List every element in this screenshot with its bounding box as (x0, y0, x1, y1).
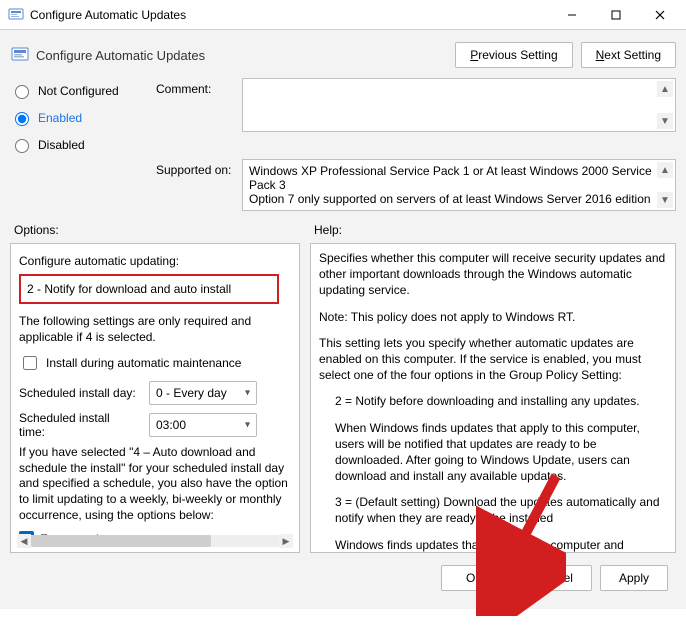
maximize-button[interactable] (594, 0, 638, 30)
scroll-right-icon[interactable]: ▶ (279, 534, 293, 548)
ok-button[interactable]: OK (441, 565, 509, 591)
help-text: 3 = (Default setting) Download the updat… (335, 494, 667, 526)
install-maintenance-checkbox[interactable]: Install during automatic maintenance (19, 353, 295, 373)
options-label: Options: (10, 217, 300, 243)
supported-on-label: Supported on: (156, 159, 236, 177)
chevron-down-icon: ▾ (245, 388, 250, 399)
window-title: Configure Automatic Updates (30, 8, 186, 22)
policy-icon (10, 45, 30, 65)
scheduled-time-select[interactable]: 03:00 ▾ (149, 413, 257, 437)
help-text: When Windows finds updates that apply to… (335, 420, 667, 485)
options-following-note: The following settings are only required… (19, 314, 293, 345)
help-panel: Specifies whether this computer will rec… (310, 243, 676, 553)
options-horizontal-scrollbar[interactable]: ◀ ▶ (17, 534, 293, 548)
previous-setting-button[interactable]: Previous Setting (455, 42, 572, 68)
scroll-down-icon[interactable]: ▼ (657, 113, 673, 129)
help-text: This setting lets you specify whether au… (319, 335, 667, 384)
supported-on-box: Windows XP Professional Service Pack 1 o… (242, 159, 676, 211)
configure-updates-label: Configure automatic updating: (19, 254, 295, 268)
cancel-button[interactable]: Cancel (517, 565, 592, 591)
help-text: Specifies whether this computer will rec… (319, 250, 667, 299)
comment-textarea[interactable]: ▲ ▼ (242, 78, 676, 132)
supported-on-text: Windows XP Professional Service Pack 1 o… (249, 164, 652, 206)
close-button[interactable] (638, 0, 682, 30)
titlebar: Configure Automatic Updates (0, 0, 686, 30)
help-text: Windows finds updates that apply to the … (335, 537, 667, 553)
help-label: Help: (310, 217, 676, 243)
apply-button[interactable]: Apply (600, 565, 668, 591)
scroll-up-icon[interactable]: ▲ (657, 81, 673, 97)
scroll-up-icon[interactable]: ▲ (657, 162, 673, 178)
configure-updates-select[interactable]: 2 - Notify for download and auto install (19, 274, 279, 304)
group-policy-icon (8, 7, 24, 23)
help-text: Note: This policy does not apply to Wind… (319, 309, 667, 325)
next-setting-button[interactable]: Next Setting (581, 42, 676, 68)
minimize-button[interactable] (550, 0, 594, 30)
options-panel: Configure automatic updating: 2 - Notify… (10, 243, 300, 553)
footer: OK Cancel Apply (8, 557, 678, 601)
scheduled-day-label: Scheduled install day: (19, 386, 139, 400)
radio-disabled[interactable]: Disabled (10, 136, 150, 153)
scheduled-time-label: Scheduled install time: (19, 411, 139, 439)
options-schedule-note: If you have selected "4 – Auto download … (19, 445, 293, 523)
help-text: 2 = Notify before downloading and instal… (335, 393, 667, 409)
header: Configure Automatic Updates Previous Set… (8, 38, 678, 76)
chevron-down-icon: ▾ (245, 420, 250, 431)
radio-enabled[interactable]: Enabled (10, 109, 150, 126)
scheduled-day-select[interactable]: 0 - Every day ▾ (149, 381, 257, 405)
radio-not-configured[interactable]: Not Configured (10, 82, 150, 99)
state-radio-group: Not Configured Enabled Disabled (10, 78, 150, 153)
page-title: Configure Automatic Updates (36, 48, 447, 63)
comment-label: Comment: (156, 78, 236, 96)
scrollbar-thumb[interactable] (31, 535, 211, 547)
scroll-left-icon[interactable]: ◀ (17, 534, 31, 548)
scroll-down-icon[interactable]: ▼ (657, 192, 673, 208)
